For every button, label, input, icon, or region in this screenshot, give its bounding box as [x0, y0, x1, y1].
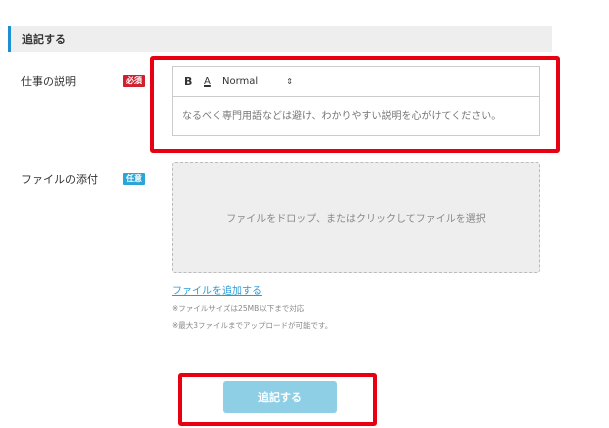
format-select[interactable]: Normal ⇕: [222, 76, 293, 87]
text-color-button[interactable]: A: [204, 76, 222, 87]
job-description-label: 仕事の説明: [21, 75, 76, 88]
attachment-label: ファイルの添付: [21, 173, 98, 186]
file-size-note: ※ファイルサイズは25MB以下まで対応: [172, 304, 305, 313]
section-header: 追記する: [8, 26, 552, 52]
optional-badge: 任意: [123, 173, 145, 185]
file-count-note: ※最大3ファイルまでアップロードが可能です。: [172, 321, 333, 330]
append-form: 追記する 仕事の説明 必須 B A Normal ⇕ なるべく専門用語などは避け…: [0, 0, 609, 428]
submit-button[interactable]: 追記する: [223, 381, 337, 413]
file-dropzone[interactable]: ファイルをドロップ、またはクリックしてファイルを選択: [172, 162, 540, 273]
section-title: 追記する: [22, 33, 66, 46]
format-select-value: Normal: [222, 76, 259, 87]
dropzone-text: ファイルをドロップ、またはクリックしてファイルを選択: [226, 214, 486, 225]
editor-placeholder: なるべく専門用語などは避け、わかりやすい説明を心がけてください。: [182, 111, 502, 122]
editor-toolbar: B A Normal ⇕: [173, 67, 539, 97]
job-description-editor[interactable]: B A Normal ⇕ なるべく専門用語などは避け、わかりやすい説明を心がけて…: [172, 66, 540, 136]
add-file-link[interactable]: ファイルを追加する: [172, 282, 262, 297]
bold-button[interactable]: B: [184, 75, 204, 88]
updown-arrow-icon: ⇕: [286, 77, 293, 86]
required-badge: 必須: [123, 75, 145, 87]
editor-text-area[interactable]: なるべく専門用語などは避け、わかりやすい説明を心がけてください。: [173, 97, 539, 132]
